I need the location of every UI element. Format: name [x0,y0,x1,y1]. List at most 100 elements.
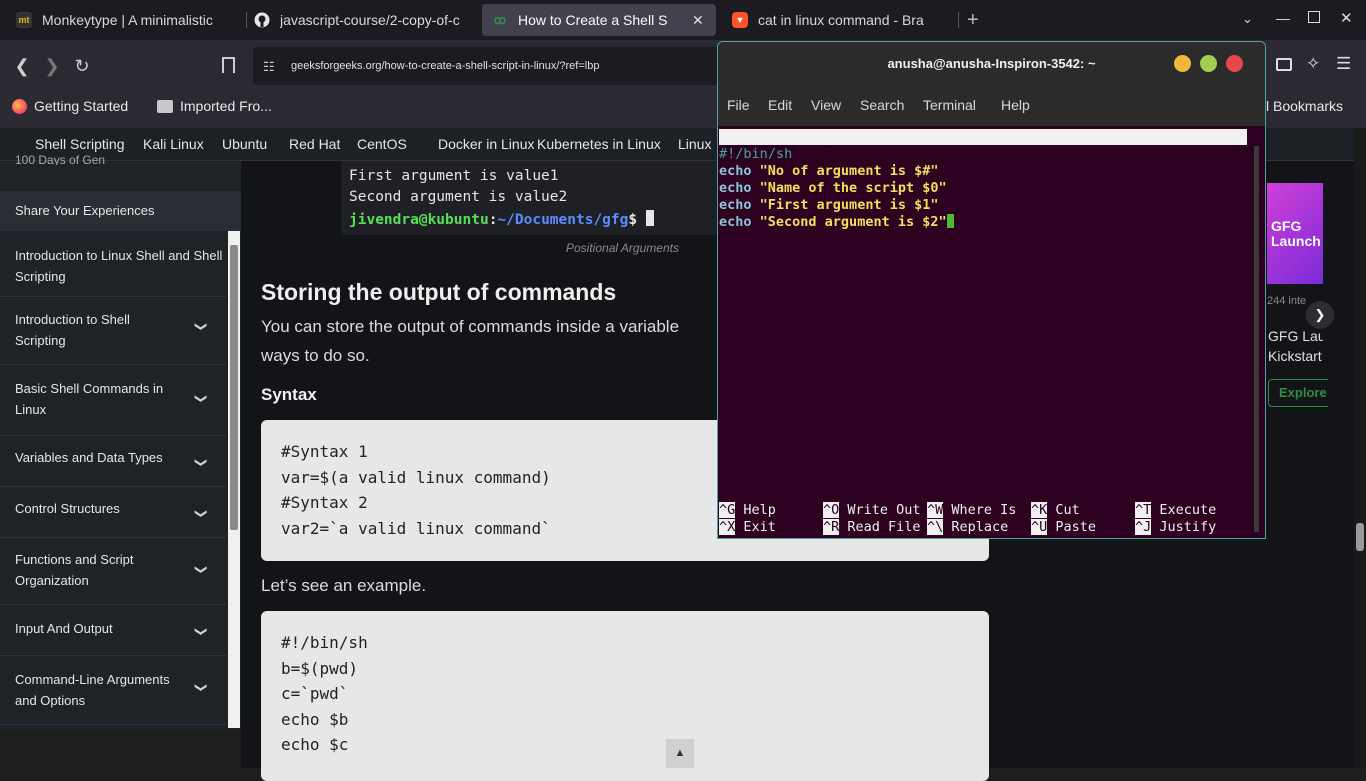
menu-edit[interactable]: Edit [768,97,792,113]
nav-centos[interactable]: CentOS [357,136,407,152]
browser-tab-bar: mt Monkeytype | A minimalistic javascrip… [0,0,1366,40]
script-line: echo "No of argument is $#" [719,163,939,179]
explore-button[interactable]: Explore [1268,379,1328,407]
output-line-1: First argument is value1 [349,168,559,184]
ai-sparkle-icon[interactable]: ✧ [1306,54,1320,74]
ad-title-2: Kickstart [1268,348,1322,364]
chevron-down-icon: ❯ [194,626,209,637]
new-tab-button[interactable]: + [967,9,979,32]
sidebar-item-intro-linux-shell[interactable]: Introduction to Linux Shell and Shell Sc… [0,243,226,297]
sidebar-item-basic-commands[interactable]: Basic Shell Commands in Linux ❯ [0,366,226,436]
ad-banner[interactable]: GFG Launch [1267,183,1323,284]
monkeytype-icon: mt [16,12,32,28]
nav-ubuntu[interactable]: Ubuntu [222,136,267,152]
menu-view[interactable]: View [811,97,841,113]
shortcut-write-out[interactable]: ^O Write Out [823,502,921,518]
tab-geeksforgeeks[interactable]: ꝏ How to Create a Shell S ✕ [482,4,716,36]
sidebar-scrollbar[interactable] [228,231,240,728]
bookmark-icon[interactable] [222,57,235,73]
example-intro: Let’s see an example. [261,576,427,595]
site-info-icon[interactable]: ☷ [263,59,275,75]
next-arrow-icon[interactable]: ❯ [1306,301,1334,329]
tab-brave-search[interactable]: ▼ cat in linux command - Bra [724,4,952,36]
nav-docker[interactable]: Docker in Linux [438,136,535,152]
example-code-block[interactable]: #!/bin/sh b=$(pwd) c=`pwd` echo $b echo … [261,611,989,781]
menu-terminal[interactable]: Terminal [923,97,976,113]
tab-monkeytype[interactable]: mt Monkeytype | A minimalistic [8,4,244,36]
shortcut-justify[interactable]: ^J Justify [1135,519,1216,535]
sidebar-item-command-line-args[interactable]: Command-Line Arguments and Options ❯ [0,657,226,725]
chevron-down-icon: ❯ [194,393,209,404]
share-experiences[interactable]: Share Your Experiences [0,191,241,231]
tab-list-icon[interactable]: ⌄ [1242,11,1253,27]
url-bar[interactable]: ☷ geeksforgeeks.org/how-to-create-a-shel… [253,47,723,85]
text-cursor [946,214,954,228]
ad-title-1: GFG Laun [1268,328,1323,344]
tab-github[interactable]: javascript-course/2-copy-of-c [248,4,478,36]
maximize-icon[interactable] [1200,55,1217,72]
bookmark-imported[interactable]: Imported Fro... [157,98,272,114]
nav-linux[interactable]: Linux [678,136,711,152]
script-line: echo "Name of the script $0" [719,180,947,196]
scroll-up-icon[interactable]: ▲ [666,739,694,768]
nano-editor[interactable]: GNU nano 6.2 script.sh ##!/bin/sh echo "… [718,126,1265,538]
close-icon[interactable]: ✕ [692,12,704,29]
shortcut-execute[interactable]: ^T Execute [1135,502,1216,518]
shortcut-where-is[interactable]: ^W Where Is [927,502,1016,518]
sidebar-item-control-structures[interactable]: Control Structures ❯ [0,488,226,538]
shortcut-exit[interactable]: ^X Exit [719,519,776,535]
nav-kali-linux[interactable]: Kali Linux [143,136,204,152]
shebang-line: ##!/bin/sh [719,146,793,162]
shortcut-cut[interactable]: ^K Cut [1031,502,1080,518]
sidebar-item-input-output[interactable]: Input And Output ❯ [0,606,226,656]
nav-red-hat[interactable]: Red Hat [289,136,340,152]
paragraph-line-2: ways to do so. [261,346,370,365]
terminal-window[interactable]: anusha@anusha-Inspiron-3542: ~ File Edit… [717,41,1266,539]
menu-help[interactable]: Help [1001,97,1030,113]
syntax-heading: Syntax [261,385,317,404]
chevron-down-icon: ❯ [194,508,209,519]
back-icon[interactable]: ❮ [12,56,32,77]
sidebar-item-cut[interactable]: 100 Days of Gen [15,153,105,165]
bookmark-getting-started[interactable]: Getting Started [12,98,128,114]
nano-header: GNU nano 6.2 script.sh [719,129,1247,177]
chevron-down-icon: ❯ [194,321,209,332]
maximize-icon[interactable] [1308,11,1320,23]
terminal-menubar [718,86,1265,126]
github-icon [254,12,270,28]
shortcut-paste[interactable]: ^U Paste [1031,519,1096,535]
menu-icon[interactable]: ☰ [1336,54,1351,74]
all-bookmarks[interactable]: l Bookmarks [1266,98,1343,114]
forward-icon[interactable]: ❯ [42,56,62,77]
terminal-scrollbar[interactable] [1254,146,1259,532]
chevron-down-icon: ❯ [194,457,209,468]
reload-icon[interactable]: ↻ [72,56,92,77]
close-icon[interactable] [1226,55,1243,72]
code-line: #!/bin/sh [281,633,368,652]
firefox-icon [12,98,27,114]
sidebar-item-variables[interactable]: Variables and Data Types ❯ [0,437,226,487]
paragraph-line-1: You can store the output of commands ins… [261,317,680,336]
nav-kubernetes[interactable]: Kubernetes in Linux [537,136,661,152]
chevron-down-icon: ❯ [194,682,209,693]
page-scroll-thumb[interactable] [1356,523,1364,551]
shortcut-read-file[interactable]: ^R Read File [823,519,921,535]
sidebar-scroll-thumb[interactable] [230,245,238,530]
sidebar-item-intro-shell[interactable]: Introduction to Shell Scripting ❯ [0,299,226,365]
output-line-2: Second argument is value2 [349,189,568,205]
page-scrollbar[interactable] [1354,128,1366,768]
window-close-icon[interactable]: ✕ [1340,9,1353,27]
menu-search[interactable]: Search [860,97,904,113]
minimize-icon[interactable]: — [1276,10,1290,26]
shortcut-replace[interactable]: ^\ Replace [927,519,1008,535]
gfg-icon: ꝏ [493,13,507,27]
shortcut-help[interactable]: ^G Help [719,502,776,518]
folder-icon [157,99,173,113]
menu-file[interactable]: File [727,97,750,113]
minimize-icon[interactable] [1174,55,1191,72]
code-line: echo $b [281,709,349,729]
nav-shell-scripting[interactable]: Shell Scripting [35,136,125,152]
wallet-icon[interactable] [1276,58,1292,71]
ad-interested: 244 inte [1267,295,1307,307]
sidebar-item-functions[interactable]: Functions and Script Organization ❯ [0,539,226,605]
